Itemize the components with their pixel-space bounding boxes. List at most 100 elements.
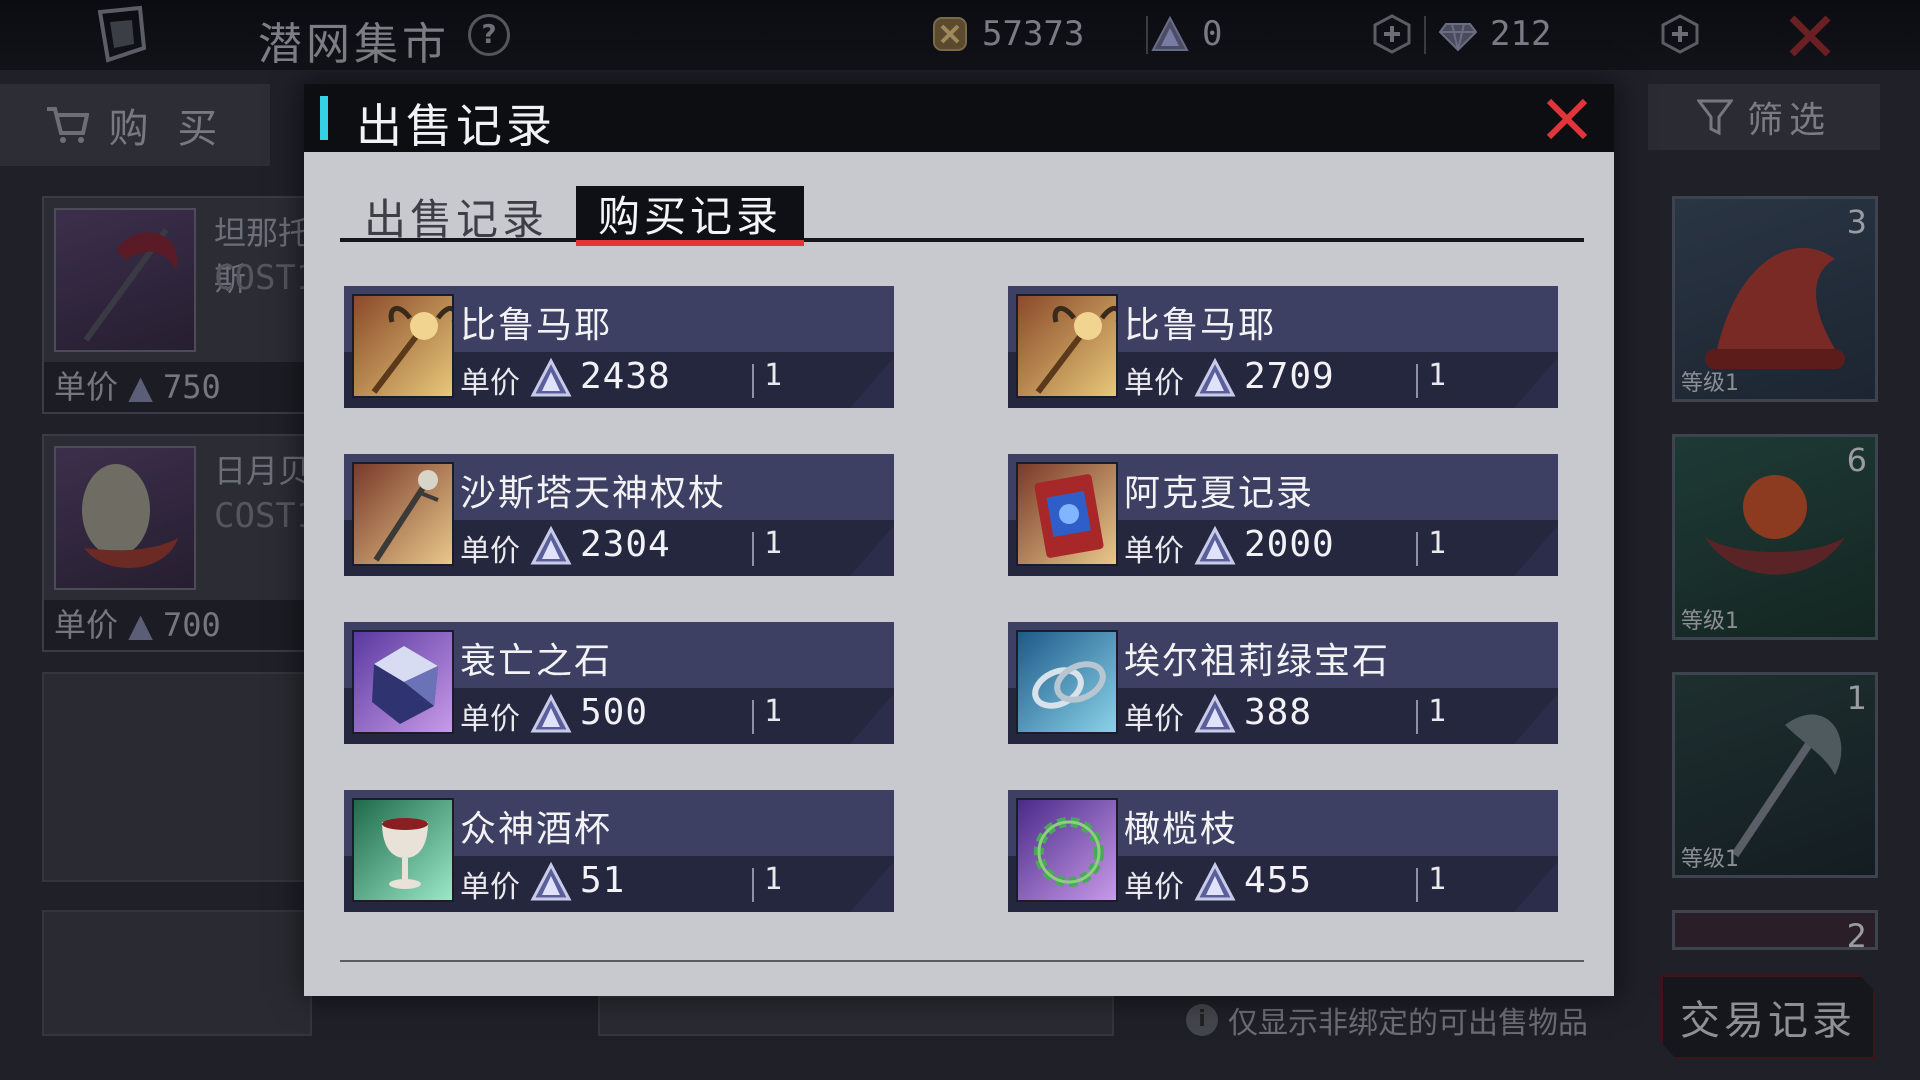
header-accent-bar [320,96,328,140]
price-label: 单价 [460,702,520,737]
crystal-triangle-icon [1194,358,1236,397]
record-item[interactable]: 埃尔祖莉绿宝石 单价 388 1 [1008,622,1558,744]
record-name: 埃尔祖莉绿宝石 [1124,641,1391,682]
shop-card[interactable]: 坦那托斯 COST1 单价 ▲ 750 [42,196,316,414]
record-tabs: 出售记录 购买记录 [340,186,1584,246]
crystal-triangle-icon [530,694,572,733]
empty-slot [42,910,312,1036]
dialog-header: 出售记录 [304,84,1614,153]
filter-button[interactable]: 筛选 [1648,84,1880,150]
close-icon[interactable] [1788,14,1832,58]
price-label: 单价 [460,534,520,569]
record-name: 比鲁马耶 [1124,305,1277,346]
diamond-icon [1438,23,1478,52]
price-label: 单价 [54,368,119,406]
add-crystal-icon[interactable] [1372,14,1412,54]
scythe-icon [54,208,196,352]
record-qty: 1 [764,862,783,897]
cart-icon [46,107,89,143]
scepter-icon [352,462,454,566]
record-price: 2438 [580,356,671,397]
funnel-icon [1696,99,1733,136]
shop-card-partial[interactable]: 2 [1672,910,1878,955]
dialog-divider [340,960,1584,962]
shop-card-cost: COST1 [214,496,317,536]
book-icon [1016,462,1118,566]
tab-buy[interactable]: 购 买 [0,84,270,166]
dialog-title: 出售记录 [356,99,556,153]
market-logo-icon [97,5,147,63]
market-title: 潜网集市 [258,19,450,70]
record-price: 2709 [1244,356,1335,397]
crystal-value: 0 [1202,14,1223,54]
shop-card-orb[interactable]: 6 等级1 [1672,434,1878,640]
crystal-triangle-icon: ▲ [128,606,153,644]
record-item[interactable]: 阿克夏记录 单价 2000 1 [1008,454,1558,576]
record-item[interactable]: 橄榄枝 单价 455 1 [1008,790,1558,912]
price-label: 单价 [1124,870,1184,905]
crystal-triangle-icon [1194,862,1236,901]
sell-hint-text: 仅显示非绑定的可出售物品 [1228,1006,1588,1041]
tab-sell-records[interactable]: 出售记录 [340,186,572,246]
record-qty: 1 [764,358,783,393]
shop-card[interactable]: 日月贝 COST1 单价 ▲ 700 [42,434,316,652]
record-price: 2000 [1244,524,1335,565]
crystal-triangle-icon [530,862,572,901]
record-name: 沙斯塔天神权杖 [460,473,727,514]
crystal-triangle-icon: ▲ [128,368,153,406]
record-item[interactable]: 衰亡之石 单价 500 1 [344,622,894,744]
record-item[interactable]: 众神酒杯 单价 51 1 [344,790,894,912]
record-price: 500 [580,692,649,733]
rings-icon [1016,630,1118,734]
record-item[interactable]: 沙斯塔天神权杖 单价 2304 1 [344,454,894,576]
goblet-icon [352,798,454,902]
shop-card-price: 单价 ▲ 700 [44,600,310,650]
empty-slot [598,996,1114,1036]
record-qty: 1 [1428,358,1447,393]
gold-value: 57373 [982,14,1085,54]
gold-currency: 57373 [930,10,1084,58]
diamond-currency: 212 [1438,10,1551,58]
item-level: 等级1 [1681,847,1739,872]
crystal-triangle-icon [1151,15,1189,51]
price-value: 700 [162,606,221,644]
record-item[interactable]: 比鲁马耶 单价 2438 1 [344,286,894,408]
trade-record-button[interactable]: 交易记录 [1660,974,1876,1060]
filter-label: 筛选 [1746,100,1831,141]
close-icon[interactable] [1544,96,1590,142]
crystal-triangle-icon [530,526,572,565]
record-name: 众神酒杯 [460,809,613,850]
tab-buy-records[interactable]: 购买记录 [576,186,804,246]
shop-card-price: 单价 ▲ 750 [44,362,310,412]
record-price: 51 [580,860,626,901]
record-item[interactable]: 比鲁马耶 单价 2709 1 [1008,286,1558,408]
laurel-wreath-icon [1016,798,1118,902]
record-qty: 1 [1428,694,1447,729]
record-name: 衰亡之石 [460,641,613,682]
shop-card-wizard-hat[interactable]: 3 等级1 [1672,196,1878,402]
golden-skull-staff-icon [1016,294,1118,398]
shell-icon [54,446,196,590]
diamond-value: 212 [1490,14,1552,54]
record-name: 橄榄枝 [1124,809,1239,850]
price-label: 单价 [54,606,119,644]
item-count: 6 [1846,441,1867,479]
price-label: 单价 [1124,366,1184,401]
record-name: 比鲁马耶 [460,305,613,346]
top-bar: 潜网集市 ? 57373 0 212 [0,0,1920,70]
item-level: 等级1 [1681,609,1739,634]
item-count: 3 [1846,203,1867,241]
record-qty: 1 [1428,862,1447,897]
empty-slot [42,672,312,882]
question-icon[interactable]: ? [468,14,510,56]
record-qty: 1 [1428,526,1447,561]
record-qty: 1 [764,694,783,729]
item-count: 2 [1846,917,1867,955]
record-price: 2304 [580,524,671,565]
crystal-triangle-icon [530,358,572,397]
price-label: 单价 [460,366,520,401]
add-diamond-icon[interactable] [1660,14,1700,54]
shop-card-axe[interactable]: 1 等级1 [1672,672,1878,878]
price-label: 单价 [460,870,520,905]
sale-record-dialog: 出售记录 出售记录 购买记录 比鲁马耶 单价 2438 1 比鲁马耶 单价 27… [304,84,1614,996]
